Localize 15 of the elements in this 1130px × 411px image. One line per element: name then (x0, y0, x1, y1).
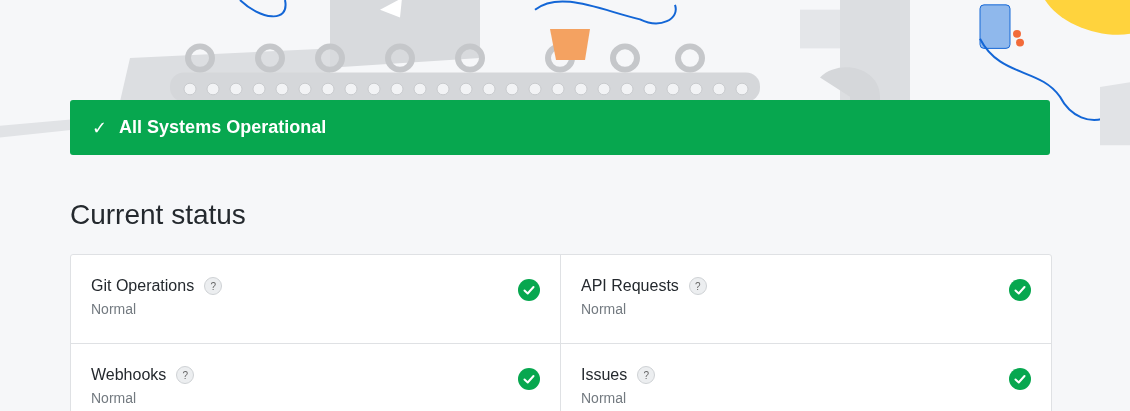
help-icon[interactable]: ? (176, 366, 195, 384)
component-name: Issues (581, 366, 628, 384)
status-text: Normal (91, 301, 138, 317)
section-title: Current status (70, 199, 247, 232)
check-icon: ✓ (92, 116, 108, 139)
status-text: Normal (91, 390, 138, 406)
component-name: Git Operations (91, 277, 195, 295)
component-name: Webhooks (91, 366, 167, 384)
help-icon[interactable]: ? (688, 277, 707, 295)
help-icon[interactable]: ? (204, 277, 223, 295)
component-name: API Requests (581, 277, 679, 295)
status-text: Normal (581, 390, 628, 406)
status-text: Normal (581, 301, 628, 317)
banner-text: All Systems Operational (119, 117, 327, 138)
help-icon[interactable]: ? (637, 366, 656, 384)
